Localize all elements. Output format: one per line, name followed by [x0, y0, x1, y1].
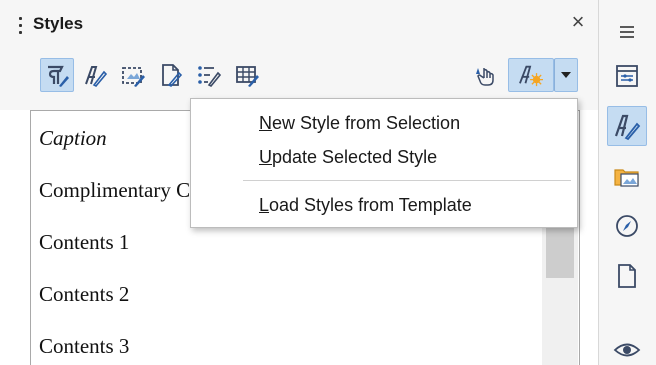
gallery-icon — [614, 169, 639, 187]
sidebar-tab-gallery[interactable] — [607, 156, 647, 196]
menu-item-load-styles-from-template[interactable]: Load Styles from Template — [259, 195, 472, 216]
menu-icon — [620, 26, 634, 38]
new-style-from-selection-icon — [519, 65, 543, 87]
menu-separator — [243, 180, 571, 181]
frame-styles-icon — [122, 67, 145, 87]
style-actions-dropdown-button[interactable] — [554, 58, 578, 92]
list-styles-icon — [198, 66, 222, 88]
sidebar-tab-styles[interactable] — [607, 106, 647, 146]
sidebar-tab-page[interactable] — [607, 256, 647, 296]
frame-styles-button[interactable] — [116, 58, 150, 92]
styles-deck: Styles × Caption Complimentary Close Con… — [0, 0, 598, 365]
panel-title: Styles — [33, 14, 84, 33]
menu-item-new-style-from-selection[interactable]: New Style from Selection — [259, 113, 460, 134]
manage-changes-icon — [613, 343, 641, 357]
menu-item-update-selected-style[interactable]: Update Selected Style — [259, 147, 437, 168]
drag-grip-icon[interactable] — [19, 17, 22, 37]
scrollbar-thumb[interactable] — [546, 222, 574, 278]
fill-format-mode-icon — [476, 68, 494, 86]
character-styles-icon — [85, 66, 108, 87]
character-styles-button[interactable] — [78, 58, 112, 92]
paragraph-styles-icon — [48, 65, 69, 87]
sidebar-tab-properties[interactable] — [607, 56, 647, 96]
list-item[interactable]: Contents 3 — [39, 334, 129, 359]
sidebar-tab-navigator[interactable] — [607, 206, 647, 246]
new-style-button[interactable] — [508, 58, 554, 92]
list-item[interactable]: Contents 1 — [39, 230, 129, 255]
sidebar-tabbar — [598, 0, 656, 365]
sidebar-tab-manage-changes[interactable] — [607, 330, 647, 365]
fill-format-mode-button[interactable] — [468, 58, 502, 92]
page-styles-button[interactable] — [154, 58, 188, 92]
table-styles-icon — [236, 66, 259, 87]
list-styles-button[interactable] — [192, 58, 226, 92]
list-item[interactable]: Caption — [39, 126, 107, 151]
style-actions-menu: New Style from Selection Update Selected… — [190, 98, 578, 228]
page-styles-icon — [162, 64, 183, 87]
table-styles-button[interactable] — [230, 58, 264, 92]
properties-icon — [616, 65, 638, 87]
page-icon — [618, 264, 636, 288]
panel-titlebar: Styles × — [0, 0, 598, 48]
sidebar-menu-button[interactable] — [607, 12, 647, 52]
close-button[interactable]: × — [566, 11, 590, 35]
navigator-icon — [616, 215, 638, 237]
chevron-down-icon — [561, 72, 571, 78]
paragraph-styles-button[interactable] — [40, 58, 74, 92]
styles-icon — [614, 114, 641, 141]
list-item[interactable]: Contents 2 — [39, 282, 129, 307]
